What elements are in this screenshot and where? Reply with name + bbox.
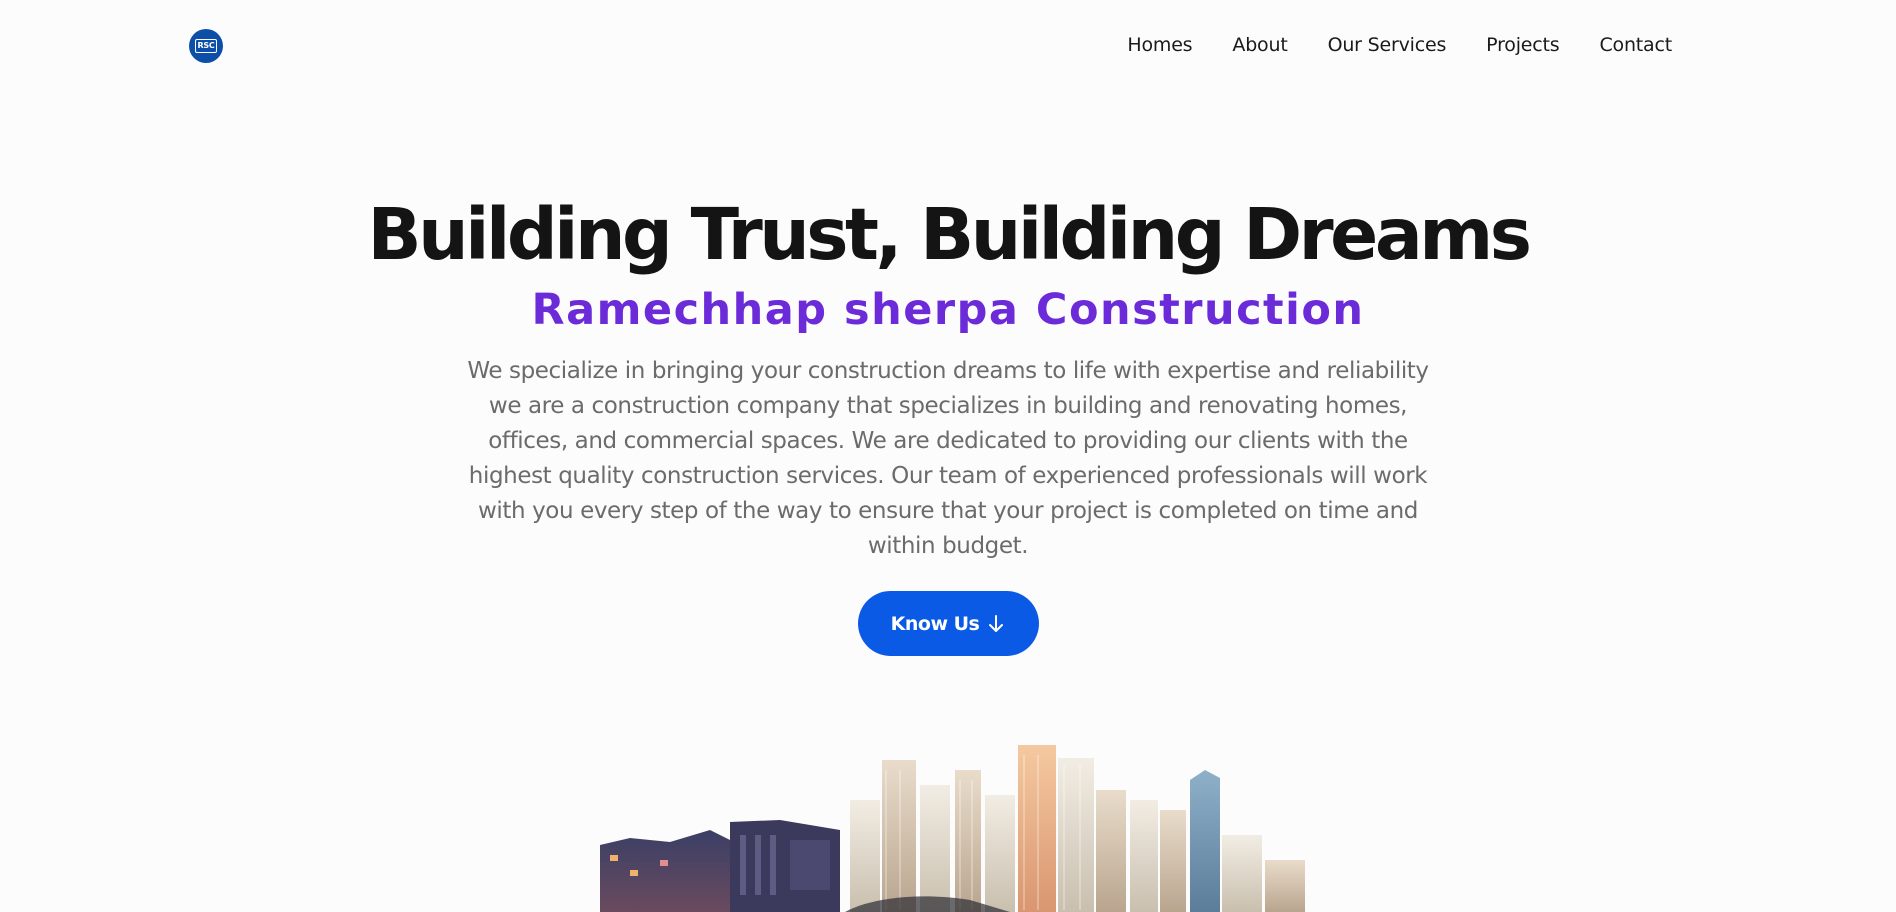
hero-subtitle: Ramechhap sherpa Construction	[531, 285, 1365, 335]
hero-section: Building Trust, Building Dreams Ramechha…	[0, 190, 1896, 656]
city-skyline-image	[600, 745, 1305, 912]
know-us-button[interactable]: Know Us	[857, 591, 1039, 656]
landing-page: RSC Homes About Our Services Projects Co…	[0, 0, 1896, 912]
nav-link-homes[interactable]: Homes	[1127, 34, 1192, 56]
hero-title: Building Trust, Building Dreams	[367, 193, 1532, 276]
nav-link-about[interactable]: About	[1232, 34, 1287, 56]
company-logo[interactable]: RSC	[189, 29, 223, 63]
nav-link-projects[interactable]: Projects	[1486, 34, 1560, 56]
main-nav: Homes About Our Services Projects Contac…	[1127, 34, 1672, 56]
know-us-button-label: Know Us	[890, 612, 980, 635]
nav-link-our-services[interactable]: Our Services	[1328, 34, 1447, 56]
nav-link-contact[interactable]: Contact	[1599, 34, 1672, 56]
logo-mark: RSC	[195, 39, 217, 53]
site-header: RSC Homes About Our Services Projects Co…	[0, 0, 1896, 94]
arrow-down-icon	[989, 614, 1004, 632]
hero-description: We specialize in bringing your construct…	[467, 358, 1429, 559]
